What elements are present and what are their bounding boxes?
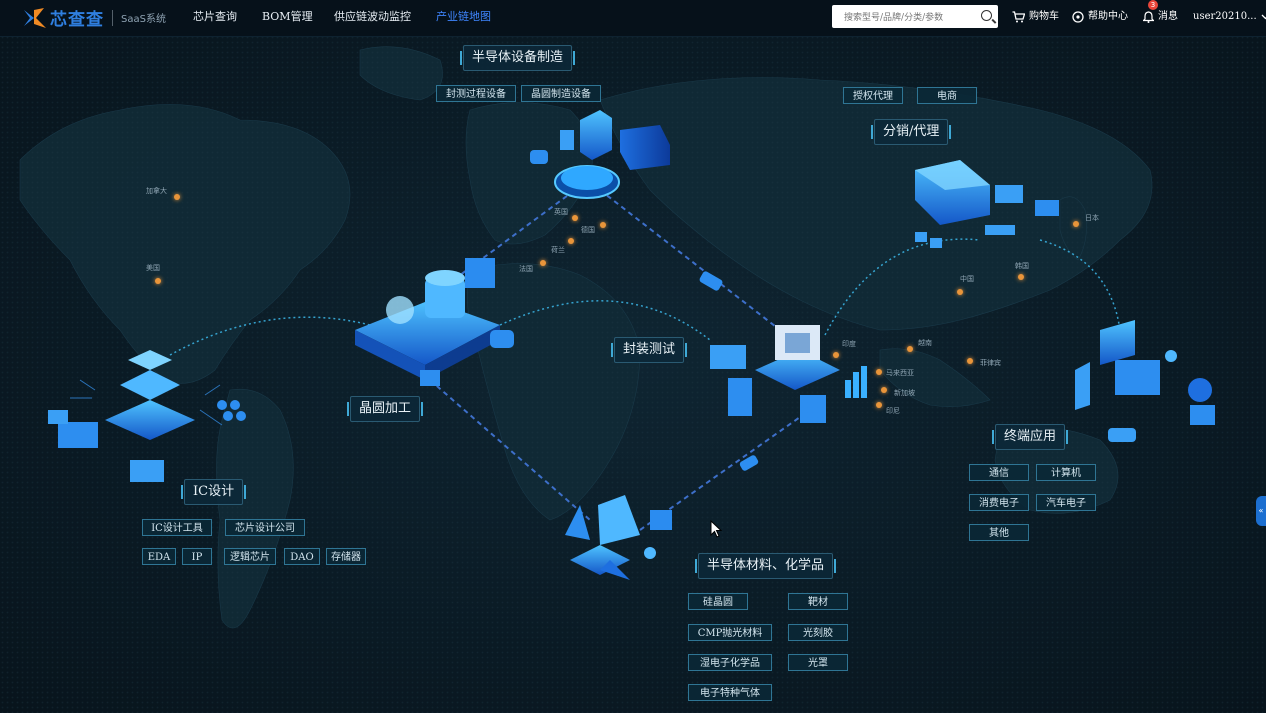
tag-photomask[interactable]: 光罩 [788, 654, 848, 671]
tag-consumer-electronics[interactable]: 消费电子 [969, 494, 1029, 511]
section-title-wafer[interactable]: 晶圆加工 [346, 396, 424, 422]
tag-ic-design-tools[interactable]: IC设计工具 [142, 519, 212, 536]
tag-memory[interactable]: 存储器 [326, 548, 366, 565]
help-center-button[interactable]: 帮助中心 [1072, 0, 1128, 34]
tag-eda[interactable]: EDA [142, 548, 176, 565]
marker-dot [957, 289, 963, 295]
user-label: user20210... [1193, 11, 1257, 22]
brand[interactable]: 芯查查 SaaS系统 [22, 5, 166, 30]
country-label-canada: 加拿大 [146, 187, 167, 195]
tag-target[interactable]: 靶材 [788, 593, 848, 610]
country-label-malaysia: 马来西亚 [886, 369, 914, 377]
section-title-materials[interactable]: 半导体材料、化学品 [694, 553, 837, 579]
section-title-equipment[interactable]: 半导体设备制造 [459, 45, 576, 71]
country-label-uk: 英国 [554, 208, 568, 216]
marker-dot [572, 215, 578, 221]
marker-dot [1018, 274, 1024, 280]
help-label: 帮助中心 [1088, 11, 1128, 22]
user-menu[interactable]: user20210... [1193, 0, 1266, 34]
search-box[interactable] [832, 5, 998, 30]
search-input[interactable] [832, 6, 984, 30]
marker-dot [600, 222, 606, 228]
country-label-france: 法国 [519, 265, 533, 273]
cursor-icon [710, 520, 722, 538]
country-label-indonesia: 印尼 [886, 407, 900, 415]
country-label-japan: 日本 [1085, 214, 1099, 222]
section-title-terminal[interactable]: 终端应用 [991, 424, 1069, 450]
section-title-ic-design[interactable]: IC设计 [180, 479, 247, 505]
marker-dot [1073, 221, 1079, 227]
tag-computer[interactable]: 计算机 [1036, 464, 1096, 481]
tag-authorized-agent[interactable]: 授权代理 [843, 87, 903, 104]
country-label-philippines: 菲律宾 [980, 359, 1001, 367]
tag-silicon-wafer[interactable]: 硅晶圆 [688, 593, 748, 610]
tag-wafer-equipment[interactable]: 晶圆制造设备 [521, 85, 601, 102]
side-panel-toggle[interactable]: « [1256, 496, 1266, 526]
country-label-singapore: 新加坡 [894, 389, 915, 397]
marker-dot [876, 402, 882, 408]
country-label-germany: 德国 [581, 226, 595, 234]
nav-bom-management[interactable]: BOM管理 [262, 0, 313, 36]
brand-divider [112, 9, 113, 26]
messages-label: 消息 [1158, 11, 1178, 22]
tag-logic-chip[interactable]: 逻辑芯片 [224, 548, 276, 565]
tag-other[interactable]: 其他 [969, 524, 1029, 541]
marker-dot [155, 278, 161, 284]
brand-name: 芯查查 [50, 10, 104, 30]
tag-chip-design-company[interactable]: 芯片设计公司 [225, 519, 305, 536]
tag-dao[interactable]: DAO [284, 548, 320, 565]
search-icon[interactable] [981, 10, 992, 21]
section-title-packaging[interactable]: 封装测试 [610, 337, 688, 363]
chevron-down-icon [1261, 14, 1266, 20]
tag-communication[interactable]: 通信 [969, 464, 1029, 481]
nav-chip-search[interactable]: 芯片查询 [193, 0, 237, 36]
cart-icon [1012, 11, 1025, 23]
help-icon [1072, 11, 1084, 23]
country-label-netherlands: 荷兰 [551, 246, 565, 254]
country-label-korea: 韩国 [1015, 262, 1029, 270]
brand-subtitle: SaaS系统 [121, 14, 166, 25]
tag-ecommerce[interactable]: 电商 [917, 87, 977, 104]
tag-special-gas[interactable]: 电子特种气体 [688, 684, 772, 701]
tag-photoresist[interactable]: 光刻胶 [788, 624, 848, 641]
marker-dot [876, 369, 882, 375]
nav-supply-chain-monitor[interactable]: 供应链波动监控 [334, 0, 411, 36]
tag-ip[interactable]: IP [182, 548, 212, 565]
marker-dot [568, 238, 574, 244]
country-label-vietnam: 越南 [918, 339, 932, 347]
tag-packaging-equipment[interactable]: 封测过程设备 [436, 85, 516, 102]
marker-dot [881, 387, 887, 393]
country-label-usa: 美国 [146, 264, 160, 272]
chain-map-stage: 加拿大 美国 英国 德国 荷兰 法国 中国 韩国 日本 印度 越南 菲律宾 马来… [0, 0, 1266, 713]
marker-dot [907, 346, 913, 352]
country-label-india: 印度 [842, 340, 856, 348]
message-count-badge: 3 [1148, 0, 1158, 10]
marker-dot [833, 352, 839, 358]
tag-wet-chemicals[interactable]: 湿电子化学品 [688, 654, 772, 671]
nav-industry-chain-map[interactable]: 产业链地图 [436, 0, 491, 36]
tag-cmp-material[interactable]: CMP抛光材料 [688, 624, 772, 641]
top-navbar: 芯查查 SaaS系统 芯片查询 BOM管理 供应链波动监控 产业链地图 购物车 … [0, 0, 1266, 37]
tag-automotive-electronics[interactable]: 汽车电子 [1036, 494, 1096, 511]
bell-icon [1143, 11, 1154, 23]
section-title-distribution[interactable]: 分销/代理 [870, 119, 952, 145]
logo-icon [24, 7, 46, 28]
marker-dot [174, 194, 180, 200]
marker-dot [540, 260, 546, 266]
marker-dot [967, 358, 973, 364]
country-label-china: 中国 [960, 275, 974, 283]
cart-button[interactable]: 购物车 [1012, 0, 1059, 34]
cart-label: 购物车 [1029, 11, 1059, 22]
